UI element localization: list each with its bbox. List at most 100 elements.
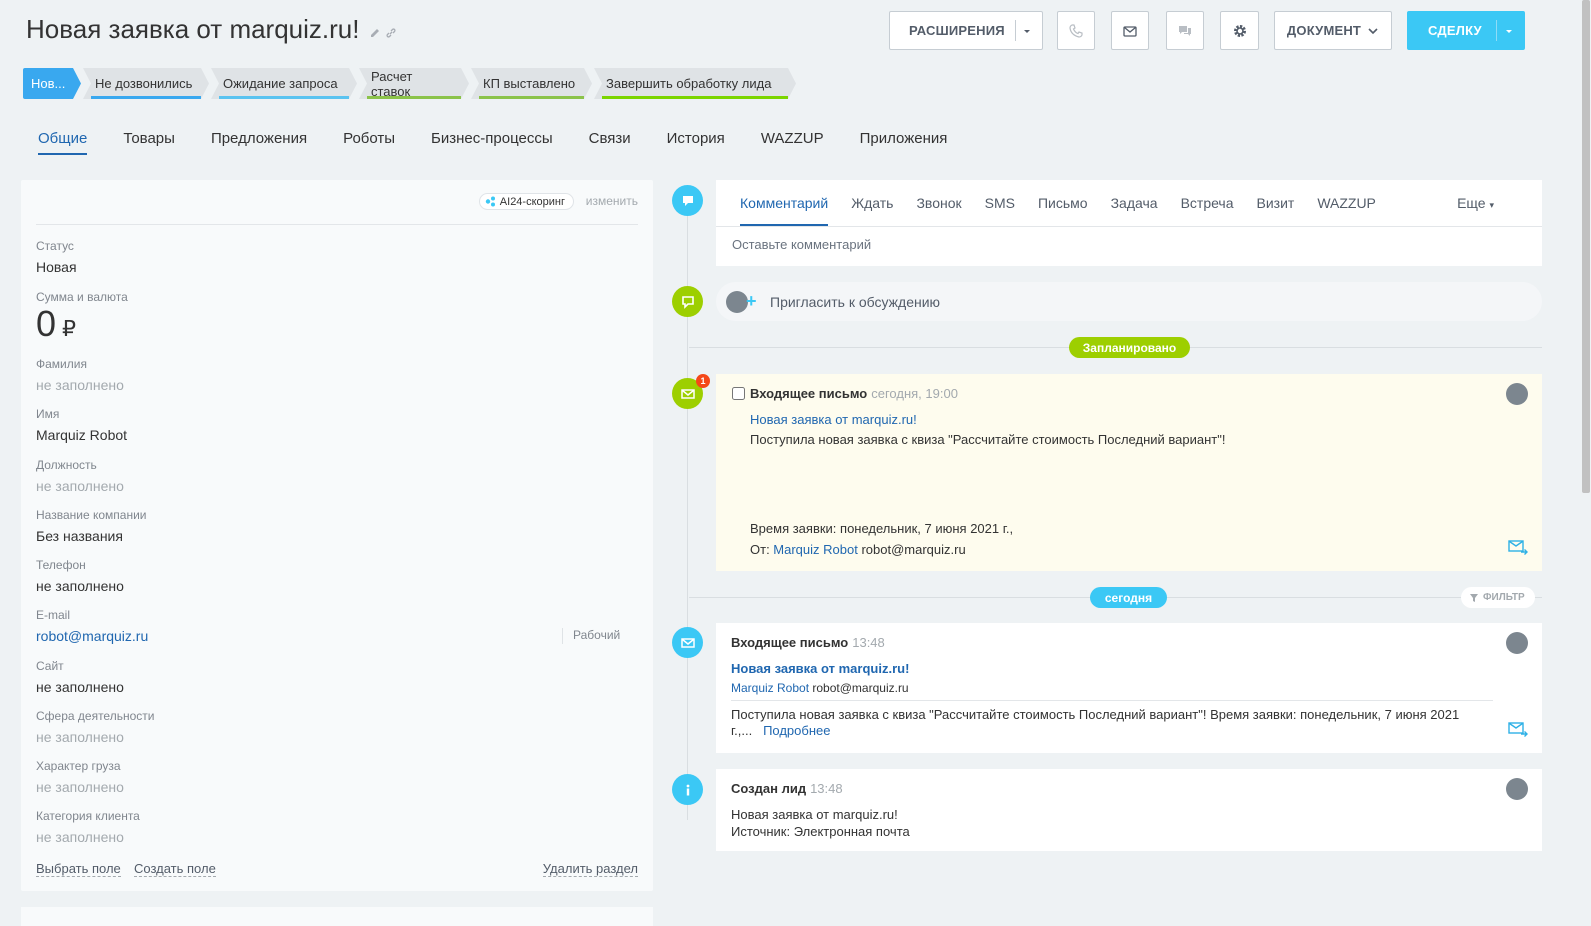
extensions-button[interactable]: РАСШИРЕНИЯ: [889, 11, 1043, 50]
editor-tab-meeting[interactable]: Встреча: [1181, 195, 1234, 211]
delete-section-link[interactable]: Удалить раздел: [542, 861, 638, 877]
chevron-down-icon[interactable]: [1504, 26, 1514, 36]
mail-body: Поступила новая заявка с квиза "Рассчита…: [750, 432, 1226, 447]
invite-to-discussion[interactable]: + Пригласить к обсуждению: [716, 282, 1542, 321]
stage-label: Расчет ставок: [371, 68, 413, 99]
tab-relations[interactable]: Связи: [589, 130, 631, 155]
field-value[interactable]: Новая: [36, 259, 77, 275]
email-link[interactable]: robot@marquiz.ru: [36, 628, 148, 644]
tab-wazzup[interactable]: WAZZUP: [761, 130, 824, 155]
field-value[interactable]: Без названия: [36, 528, 146, 544]
editor-tab-wazzup[interactable]: WAZZUP: [1317, 195, 1376, 211]
item-time: 13:48: [810, 781, 843, 796]
field-label: Должность: [36, 458, 97, 472]
settings-button[interactable]: [1220, 11, 1259, 50]
complete-checkbox[interactable]: [732, 387, 745, 400]
mail-subject-link[interactable]: Новая заявка от marquiz.ru!: [750, 412, 917, 427]
field-label: Статус: [36, 239, 74, 253]
field-value[interactable]: не заполнено: [36, 679, 124, 695]
create-field-link[interactable]: Создать поле: [134, 861, 216, 877]
chat-button[interactable]: [1166, 11, 1204, 50]
stage-finish-lead[interactable]: Завершить обработку лида: [594, 68, 796, 99]
phone-button[interactable]: [1057, 11, 1095, 50]
choose-field-link[interactable]: Выбрать поле: [36, 861, 121, 877]
user-avatar-icon[interactable]: [1506, 632, 1528, 654]
field-company: Название компании Без названия: [36, 508, 146, 544]
tab-products[interactable]: Товары: [123, 130, 175, 155]
field-value[interactable]: не заполнено: [36, 729, 154, 745]
scrollbar-thumb[interactable]: [1582, 0, 1590, 493]
stage-rate-calculation[interactable]: Расчет ставок: [359, 68, 469, 99]
ai-scoring-badge[interactable]: AI24-скоринг: [478, 193, 574, 210]
mail-icon: [680, 637, 695, 648]
field-value[interactable]: не заполнено: [36, 829, 140, 845]
lead-source: Источник: Электронная почта: [731, 824, 910, 839]
discussion-timeline-icon: [672, 286, 703, 317]
chat-bubble-icon: [681, 295, 694, 309]
document-button[interactable]: ДОКУМЕНТ: [1274, 11, 1392, 50]
mail-icon: [680, 388, 695, 399]
mail-button[interactable]: [1111, 11, 1149, 50]
editor-tab-call[interactable]: Звонок: [916, 195, 961, 211]
create-deal-button[interactable]: СДЕЛКУ: [1407, 11, 1525, 50]
ai-scoring-label: AI24-скоринг: [499, 195, 565, 208]
field-label: Сфера деятельности: [36, 709, 155, 723]
field-first-name: Имя Marquiz Robot: [36, 407, 127, 443]
request-time: Время заявки: понедельник, 7 июня 2021 г…: [750, 521, 1014, 536]
filter-button[interactable]: ФИЛЬТР: [1461, 587, 1535, 608]
tab-business-processes[interactable]: Бизнес-процессы: [431, 130, 553, 155]
editor-tab-comment[interactable]: Комментарий: [740, 195, 828, 211]
incoming-mail-timeline-icon: [672, 627, 703, 658]
info-icon: [686, 784, 689, 795]
activity-editor: Комментарий Ждать Звонок SMS Письмо Зада…: [716, 180, 1542, 266]
tab-offers[interactable]: Предложения: [211, 130, 307, 155]
field-status: Статус Новая: [36, 239, 77, 275]
reply-mail-icon[interactable]: [1508, 721, 1528, 737]
mail-from: От: Marquiz Robot robot@marquiz.ru: [750, 542, 966, 557]
field-value[interactable]: не заполнено: [36, 779, 124, 795]
field-value[interactable]: не заполнено: [36, 377, 124, 393]
change-link[interactable]: изменить: [586, 194, 638, 208]
item-title-text: Создан лид: [731, 781, 807, 796]
mail-subject-link[interactable]: Новая заявка от marquiz.ru!: [731, 661, 909, 676]
tab-robots[interactable]: Роботы: [343, 130, 395, 155]
incoming-mail-item: Входящее письмо 13:48 Новая заявка от mar…: [716, 623, 1542, 753]
field-value[interactable]: Marquiz Robot: [36, 427, 127, 443]
deal-label: СДЕЛКУ: [1428, 23, 1482, 38]
stage-offer-issued[interactable]: КП выставлено: [471, 68, 592, 99]
stage-bar: Нов... Не дозвонились Ожидание запроса Р…: [23, 68, 798, 99]
mail-icon: [1123, 25, 1137, 37]
comment-input[interactable]: Оставьте комментарий: [732, 237, 871, 252]
user-avatar-icon[interactable]: [1506, 778, 1528, 800]
link-icon[interactable]: [385, 27, 397, 39]
comment-icon: [682, 195, 693, 206]
stage-awaiting-request[interactable]: Ожидание запроса: [211, 68, 357, 99]
editor-tab-visit[interactable]: Визит: [1257, 195, 1295, 211]
field-value[interactable]: не заполнено: [36, 578, 124, 594]
tab-applications[interactable]: Приложения: [860, 130, 948, 155]
sender-link[interactable]: Marquiz Robot: [773, 542, 858, 557]
editor-tab-sms[interactable]: SMS: [985, 195, 1015, 211]
stage-no-answer[interactable]: Не дозвонились: [83, 68, 209, 99]
editor-tab-task[interactable]: Задача: [1111, 195, 1158, 211]
tab-history[interactable]: История: [667, 130, 725, 155]
editor-tab-wait[interactable]: Ждать: [851, 195, 893, 211]
editor-more-button[interactable]: Еще ▾: [1457, 195, 1494, 211]
user-avatar-icon[interactable]: [1506, 383, 1528, 405]
stage-new[interactable]: Нов...: [23, 68, 81, 99]
sender-link[interactable]: Marquiz Robot: [731, 681, 809, 695]
pencil-icon[interactable]: [369, 27, 381, 39]
field-label: E-mail: [36, 608, 71, 622]
scrollbar[interactable]: [1568, 0, 1591, 926]
field-value[interactable]: 0 ₽: [36, 306, 128, 342]
reply-mail-icon[interactable]: [1508, 539, 1528, 555]
item-time: сегодня, 19:00: [871, 386, 958, 401]
tab-general[interactable]: Общие: [38, 130, 88, 155]
mail-body-line: Поступила новая заявка с квиза "Рассчита…: [731, 707, 1460, 722]
field-value[interactable]: не заполнено: [36, 478, 124, 494]
more-link[interactable]: Подробнее: [763, 723, 830, 738]
chevron-down-icon[interactable]: [1022, 26, 1032, 36]
sender-email: robot@marquiz.ru: [812, 681, 909, 695]
editor-tab-email[interactable]: Письмо: [1038, 195, 1088, 211]
document-label: ДОКУМЕНТ: [1286, 23, 1362, 38]
